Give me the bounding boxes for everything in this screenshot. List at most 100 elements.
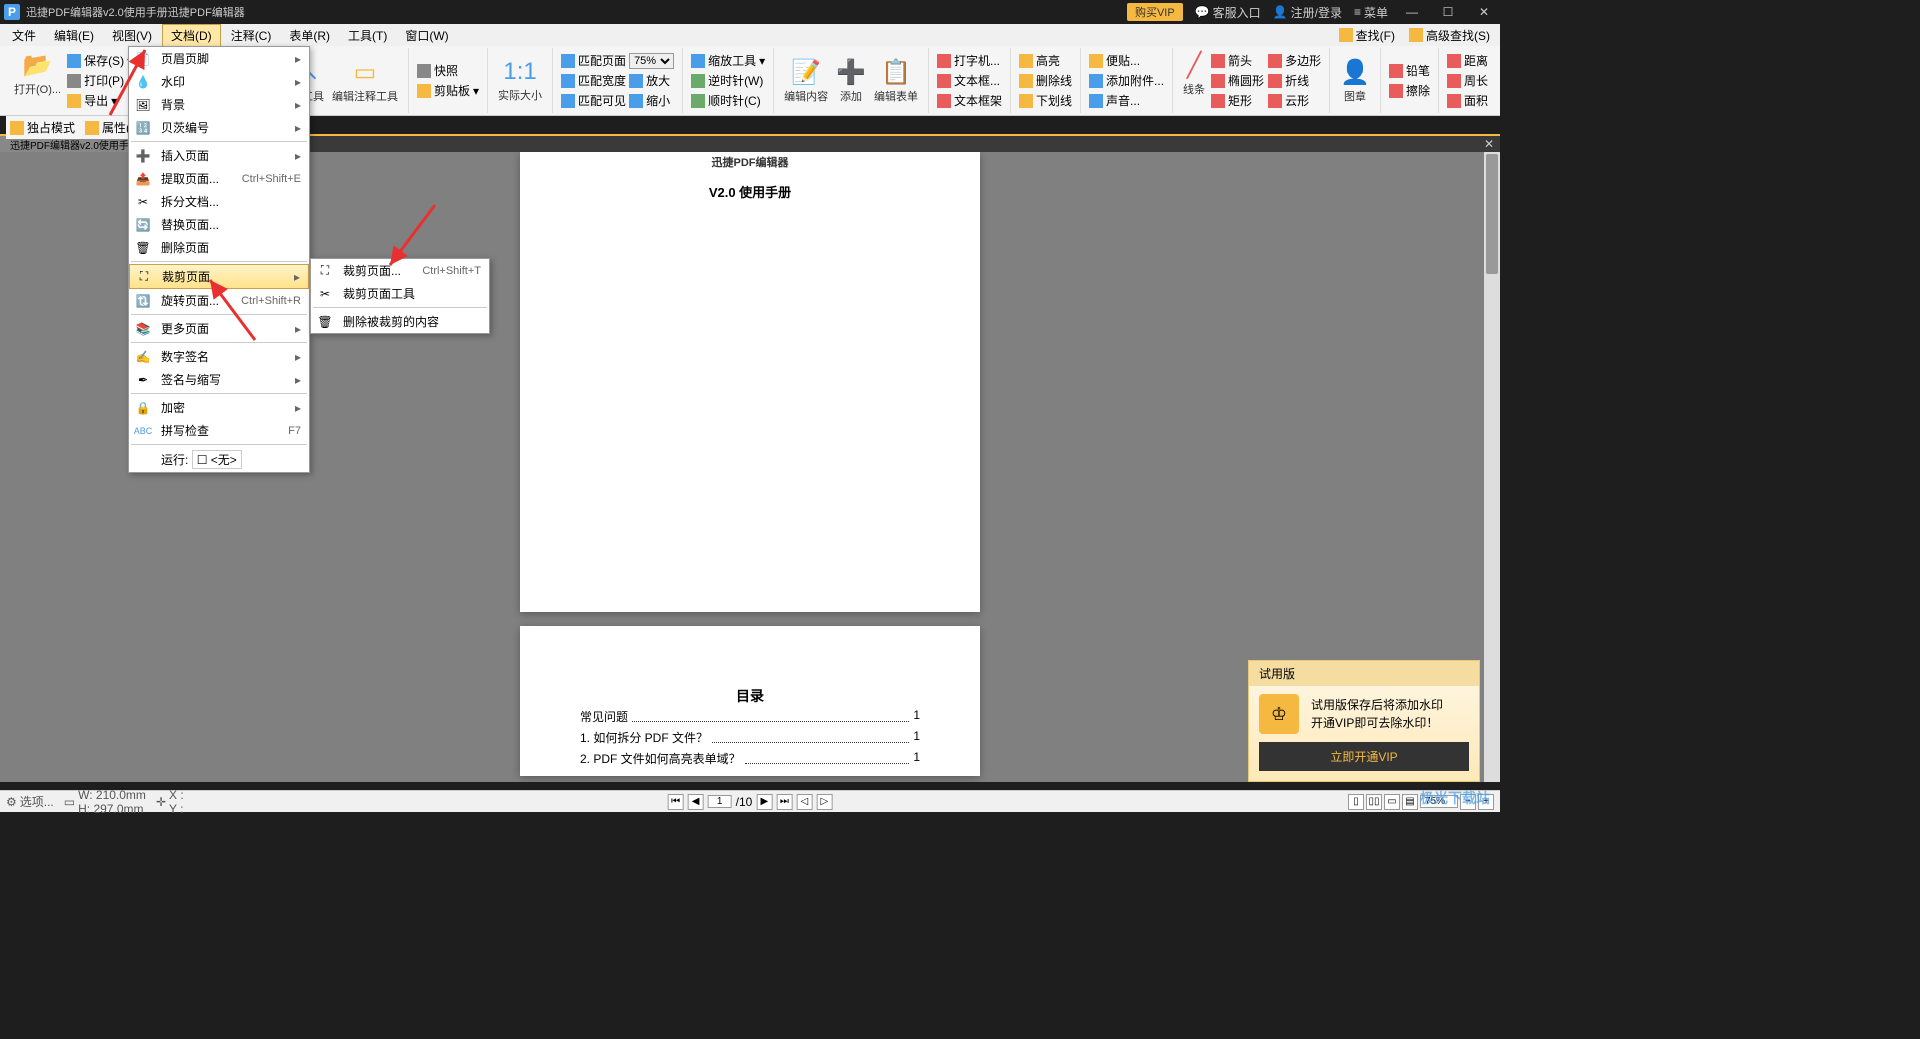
submenu-crop-page[interactable]: ⛶裁剪页面...Ctrl+Shift+T bbox=[311, 259, 489, 282]
menu-bates[interactable]: 🔢贝茨编号▸ bbox=[129, 116, 309, 139]
menu-link[interactable]: ≡菜单 bbox=[1354, 4, 1388, 21]
buy-vip-button[interactable]: 购买VIP bbox=[1127, 3, 1183, 21]
trial-heading: 试用版 bbox=[1249, 661, 1479, 686]
polygon-button[interactable]: 多边形 bbox=[1266, 51, 1323, 70]
menu-view[interactable]: 视图(V) bbox=[104, 25, 160, 46]
annotate-tool-button[interactable]: ▭编辑注释工具 bbox=[328, 58, 402, 104]
login-link[interactable]: 👤注册/登录 bbox=[1273, 4, 1342, 21]
menu-extract-page[interactable]: 📤提取页面...Ctrl+Shift+E bbox=[129, 167, 309, 190]
area-button[interactable]: 面积 bbox=[1445, 91, 1490, 110]
page-input[interactable] bbox=[708, 795, 732, 808]
menu-split[interactable]: ✂拆分文档... bbox=[129, 190, 309, 213]
submenu-delete-crop[interactable]: 🗑删除被裁剪的内容 bbox=[311, 310, 489, 333]
strikeout-button[interactable]: 删除线 bbox=[1017, 71, 1074, 90]
zoom-tool-button[interactable]: 缩放工具▾ bbox=[689, 51, 767, 70]
rotate-ccw-button[interactable]: 顺时针(C) bbox=[689, 91, 767, 110]
nav-fwd-button[interactable]: ▷ bbox=[816, 794, 832, 810]
menu-tools[interactable]: 工具(T) bbox=[340, 25, 395, 46]
menu-crop-page[interactable]: ⛶裁剪页面▸ bbox=[129, 264, 309, 289]
menu-replace-page[interactable]: 🔄替换页面... bbox=[129, 213, 309, 236]
options-button[interactable]: ⚙选项... bbox=[6, 793, 54, 810]
eraser-button[interactable]: 擦除 bbox=[1387, 81, 1432, 100]
zoom-out-icon bbox=[629, 94, 643, 108]
typewriter-button[interactable]: 打字机... bbox=[935, 51, 1004, 70]
textbox-icon bbox=[937, 74, 951, 88]
perimeter-button[interactable]: 周长 bbox=[1445, 71, 1490, 90]
rotate-cw-button[interactable]: 逆时针(W) bbox=[689, 71, 767, 90]
menu-form[interactable]: 表单(R) bbox=[281, 25, 338, 46]
edit-content-button[interactable]: 📝编辑内容 bbox=[780, 58, 832, 104]
open-vip-button[interactable]: 立即开通VIP bbox=[1259, 742, 1469, 771]
fit-visible-icon bbox=[561, 94, 575, 108]
open-button[interactable]: 📂打开(O)... bbox=[10, 51, 65, 110]
actual-size-button[interactable]: 1:1实际大小 bbox=[494, 58, 546, 103]
first-page-button[interactable]: ⏮ bbox=[668, 794, 684, 810]
minimize-button[interactable]: — bbox=[1400, 5, 1424, 19]
menu-watermark[interactable]: 💧水印▸ bbox=[129, 70, 309, 93]
menu-delete-page[interactable]: 🗑删除页面 bbox=[129, 236, 309, 259]
textbox-button[interactable]: 文本框... bbox=[935, 71, 1004, 90]
menu-digital-sign[interactable]: ✍数字签名▸ bbox=[129, 345, 309, 368]
sticky-button[interactable]: 便贴... bbox=[1087, 51, 1166, 70]
props-icon bbox=[85, 121, 99, 135]
underline-icon bbox=[1019, 94, 1033, 108]
layout-cont-facing-button[interactable]: ▤ bbox=[1402, 794, 1418, 810]
highlight-button[interactable]: 高亮 bbox=[1017, 51, 1074, 70]
vertical-scrollbar[interactable] bbox=[1484, 152, 1500, 782]
menu-window[interactable]: 窗口(W) bbox=[397, 25, 456, 46]
fit-page-button[interactable]: 匹配页面75% bbox=[559, 51, 676, 70]
find-button[interactable]: 查找(F) bbox=[1333, 25, 1401, 46]
rect-button[interactable]: 矩形 bbox=[1209, 91, 1266, 110]
distance-button[interactable]: 距离 bbox=[1445, 51, 1490, 70]
window-title: 迅捷PDF编辑器v2.0使用手册迅捷PDF编辑器 bbox=[26, 4, 1127, 20]
zoom-select[interactable]: 75% bbox=[629, 53, 674, 69]
layout-facing-button[interactable]: ▭ bbox=[1384, 794, 1400, 810]
menu-more-pages[interactable]: 📚更多页面▸ bbox=[129, 317, 309, 340]
menu-edit[interactable]: 编辑(E) bbox=[46, 25, 102, 46]
attach-button[interactable]: 添加附件... bbox=[1087, 71, 1166, 90]
ellipse-button[interactable]: 椭圆形 bbox=[1209, 71, 1266, 90]
prev-page-button[interactable]: ◀ bbox=[688, 794, 704, 810]
menu-document[interactable]: 文档(D) bbox=[162, 24, 221, 47]
next-page-button[interactable]: ▶ bbox=[756, 794, 772, 810]
polyline-button[interactable]: 折线 bbox=[1266, 71, 1323, 90]
menu-file[interactable]: 文件 bbox=[4, 25, 44, 46]
stamp-button[interactable]: 👤图章 bbox=[1336, 58, 1374, 104]
pencil-button[interactable]: 铅笔 bbox=[1387, 61, 1432, 80]
menu-encrypt[interactable]: 🔒加密▸ bbox=[129, 396, 309, 419]
support-link[interactable]: 💬客服入口 bbox=[1195, 4, 1261, 21]
underline-button[interactable]: 下划线 bbox=[1017, 91, 1074, 110]
adv-find-button[interactable]: 高级查找(S) bbox=[1403, 25, 1496, 46]
textframe-button[interactable]: 文本框架 bbox=[935, 91, 1004, 110]
pdf-page-1: 迅捷PDF编辑器 V2.0 使用手册 bbox=[520, 152, 980, 612]
menu-background[interactable]: 🖼背景▸ bbox=[129, 93, 309, 116]
close-button[interactable]: ✕ bbox=[1472, 5, 1496, 19]
sound-button[interactable]: 声音... bbox=[1087, 91, 1166, 110]
standalone-button[interactable]: 独占模式 bbox=[8, 118, 77, 137]
cloud-button[interactable]: 云形 bbox=[1266, 91, 1323, 110]
edit-form-button[interactable]: 📋编辑表单 bbox=[870, 58, 922, 104]
fit-visible-button[interactable]: 匹配可见 缩小 bbox=[559, 91, 676, 110]
menu-rotate-page[interactable]: 🔃旋转页面...Ctrl+Shift+R bbox=[129, 289, 309, 312]
menu-sign-initial[interactable]: ✒签名与缩写▸ bbox=[129, 368, 309, 391]
tab-close-button[interactable]: ✕ bbox=[1478, 137, 1500, 151]
menu-run[interactable]: 运行: ☐ <无> bbox=[129, 447, 309, 472]
add-button[interactable]: ➕添加 bbox=[832, 58, 870, 104]
lines-button[interactable]: ╱线条 bbox=[1179, 51, 1209, 110]
ellipse-icon bbox=[1211, 74, 1225, 88]
fit-width-button[interactable]: 匹配宽度 放大 bbox=[559, 71, 676, 90]
submenu-crop-tool[interactable]: ✂裁剪页面工具 bbox=[311, 282, 489, 305]
menu-comment[interactable]: 注释(C) bbox=[223, 25, 280, 46]
layout-cont-button[interactable]: ▯▯ bbox=[1366, 794, 1382, 810]
maximize-button[interactable]: ☐ bbox=[1436, 5, 1460, 19]
snapshot-button[interactable]: 快照 bbox=[415, 61, 481, 80]
layout-single-button[interactable]: ▯ bbox=[1348, 794, 1364, 810]
arrow-shape-button[interactable]: 箭头 bbox=[1209, 51, 1266, 70]
scrollbar-thumb[interactable] bbox=[1486, 154, 1498, 274]
menu-header-footer[interactable]: 📄页眉页脚▸ bbox=[129, 47, 309, 70]
menu-insert-page[interactable]: ➕插入页面▸ bbox=[129, 144, 309, 167]
nav-back-button[interactable]: ◁ bbox=[796, 794, 812, 810]
menu-spellcheck[interactable]: ABC拼写检查F7 bbox=[129, 419, 309, 442]
clipboard-button[interactable]: 剪贴板▾ bbox=[415, 81, 481, 100]
last-page-button[interactable]: ⏭ bbox=[776, 794, 792, 810]
